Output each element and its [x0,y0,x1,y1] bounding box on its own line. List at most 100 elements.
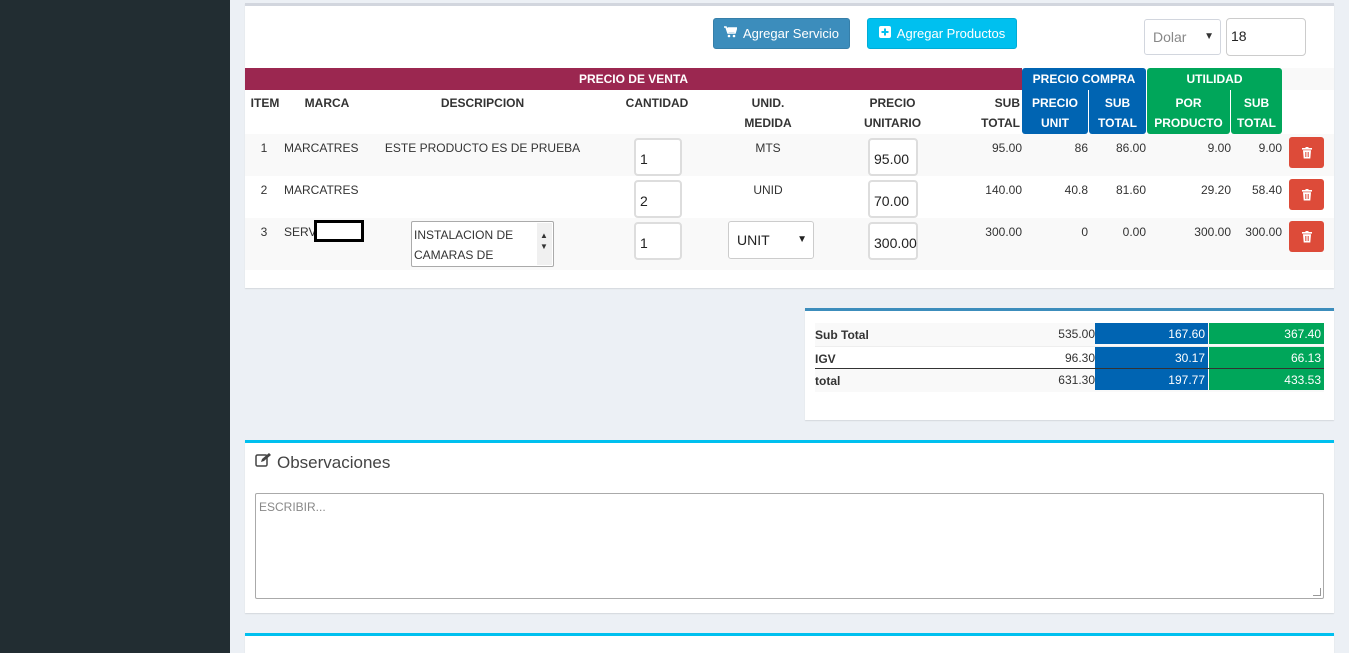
col-header-precio: PRECIO UNITARIO [855,90,930,134]
col-header-marca: MARCA [297,90,357,134]
col-precio-label-1: PRECIO [869,96,916,110]
totals-label: total [815,374,841,388]
add-products-button[interactable]: Agregar Productos [867,18,1017,49]
band-precio-venta: PRECIO DE VENTA [245,68,1022,90]
totals-venta: 631.30 [1058,373,1095,387]
row-marca: SERV [284,225,317,239]
totals-box: Sub Total 535.00 167.60 367.40 IGV 96.30… [805,308,1334,420]
row-marca: MARCATRES [284,183,359,197]
col-util-producto-label-2: PRODUCTO [1154,116,1223,130]
redacted-block [314,220,364,242]
trash-icon [1301,188,1312,200]
cantidad-input[interactable]: 1 [634,138,682,176]
row-subtotal: 300.00 [985,225,1022,239]
observaciones-textarea[interactable]: ESCRIBIR... [255,493,1324,599]
row-subtotal: 95.00 [991,141,1022,155]
col-item-label: ITEM [250,96,280,110]
precio-unitario-value: 95.00 [874,151,910,167]
col-marca-label: MARCA [304,96,350,110]
currency-select[interactable]: Dolar ▼ [1144,19,1221,55]
textarea-scrollbar[interactable]: ▲ ▼ [537,223,552,265]
totals-compra: 167.60 [1095,323,1208,344]
currency-value: Dolar [1153,29,1187,45]
precio-unitario-input[interactable]: 70.00 [868,180,918,218]
totals-utilidad: 66.13 [1209,347,1324,368]
chevron-down-icon: ▼ [1204,31,1214,42]
table-row: 3 SERV INSTALACION DE CAMARAS DE ▲ ▼ 1 U… [245,218,1334,270]
precio-unitario-input[interactable]: 300.00 [868,222,918,260]
col-header-compra-unit: PRECIO UNIT [1022,90,1088,134]
row-compra-unit: 40.8 [1064,183,1088,197]
col-subtotal-label-1: SUB [994,96,1020,110]
totals-row-igv: IGV 96.30 30.17 66.13 [815,346,1324,369]
totals-label: IGV [815,352,836,366]
main-content: Agregar Servicio Agregar Productos Dolar… [230,0,1349,653]
col-compra-unit-label-1: PRECIO [1031,96,1078,110]
precio-unitario-value: 70.00 [874,193,910,209]
unidad-value: UNIT [737,232,770,248]
row-descripcion: ESTE PRODUCTO ES DE PRUEBA [384,141,581,155]
add-products-label: Agregar Productos [896,26,1006,41]
col-unidad-label-1: UNID. [751,96,785,110]
precio-unitario-value: 300.00 [874,235,917,251]
descripcion-value: INSTALACION DE CAMARAS DE [414,228,514,262]
delete-row-button[interactable] [1289,179,1324,210]
table-row: 1 MARCATRES ESTE PRODUCTO ES DE PRUEBA 1… [245,134,1334,176]
observaciones-box: Observaciones ESCRIBIR... [245,440,1334,613]
col-util-producto-label-1: POR [1175,96,1202,110]
table-row: 2 MARCATRES 2 UNID 70.00 140.00 40.8 81.… [245,176,1334,218]
row-unidad: MTS [755,141,781,155]
edit-icon [255,453,272,473]
row-compra-sub: 86.00 [1115,141,1146,155]
totals-utilidad: 433.53 [1209,369,1324,390]
exchange-rate-value: 18 [1231,28,1247,44]
row-util-producto: 9.00 [1207,141,1231,155]
totals-label: Sub Total [815,328,869,342]
scroll-down-icon[interactable]: ▼ [540,237,548,257]
col-descripcion-label: DESCRIPCION [440,96,525,110]
sidebar [0,0,230,653]
band-utilidad: UTILIDAD [1147,68,1282,90]
unidad-select[interactable]: UNIT ▼ [728,221,814,259]
delete-row-button[interactable] [1289,137,1324,168]
col-subtotal-label-2: TOTAL [981,116,1020,130]
col-header-util-sub: SUB TOTAL [1231,90,1282,134]
band-empty [1282,68,1334,90]
col-compra-sub-label-1: SUB [1104,96,1131,110]
observaciones-title: Observaciones [277,453,391,472]
totals-row-total: total 631.30 197.77 433.53 [815,369,1324,392]
precio-unitario-input[interactable]: 95.00 [868,138,918,176]
trash-icon [1301,146,1312,158]
band-utilidad-label: UTILIDAD [1186,72,1243,86]
totals-row-subtotal: Sub Total 535.00 167.60 367.40 [815,323,1324,346]
cantidad-input[interactable]: 2 [634,180,682,218]
row-unidad: UNID [753,183,783,197]
cantidad-value: 1 [640,235,648,251]
col-header-cantidad: CANTIDAD [617,90,697,134]
col-header-unidad: UNID. MEDIDA [733,90,803,134]
add-service-button[interactable]: Agregar Servicio [713,18,850,49]
cantidad-input[interactable]: 1 [634,222,682,260]
row-util-producto: 29.20 [1200,183,1231,197]
add-service-label: Agregar Servicio [742,26,840,41]
col-header-subtotal: SUB TOTAL [975,90,1020,134]
totals-utilidad: 367.40 [1209,323,1324,344]
delete-row-button[interactable] [1289,221,1324,252]
band-venta-label: PRECIO DE VENTA [578,72,689,86]
col-header-compra-sub: SUB TOTAL [1089,90,1146,134]
row-item: 2 [260,183,268,197]
descripcion-textarea[interactable]: INSTALACION DE CAMARAS DE ▲ ▼ [411,221,554,267]
cart-icon [723,26,738,41]
col-header-util-producto: POR PRODUCTO [1147,90,1230,134]
row-util-producto: 300.00 [1194,225,1231,239]
row-item: 3 [260,225,268,239]
row-subtotal: 140.00 [985,183,1022,197]
totals-compra: 30.17 [1095,347,1208,368]
resize-handle[interactable] [1313,588,1321,596]
exchange-rate-input[interactable]: 18 [1226,18,1306,56]
col-util-sub-label-1: SUB [1243,96,1270,110]
band-precio-compra: PRECIO COMPRA [1022,68,1146,90]
col-compra-unit-label-2: UNIT [1041,116,1069,130]
row-item: 1 [260,141,268,155]
chevron-down-icon: ▼ [797,234,807,245]
